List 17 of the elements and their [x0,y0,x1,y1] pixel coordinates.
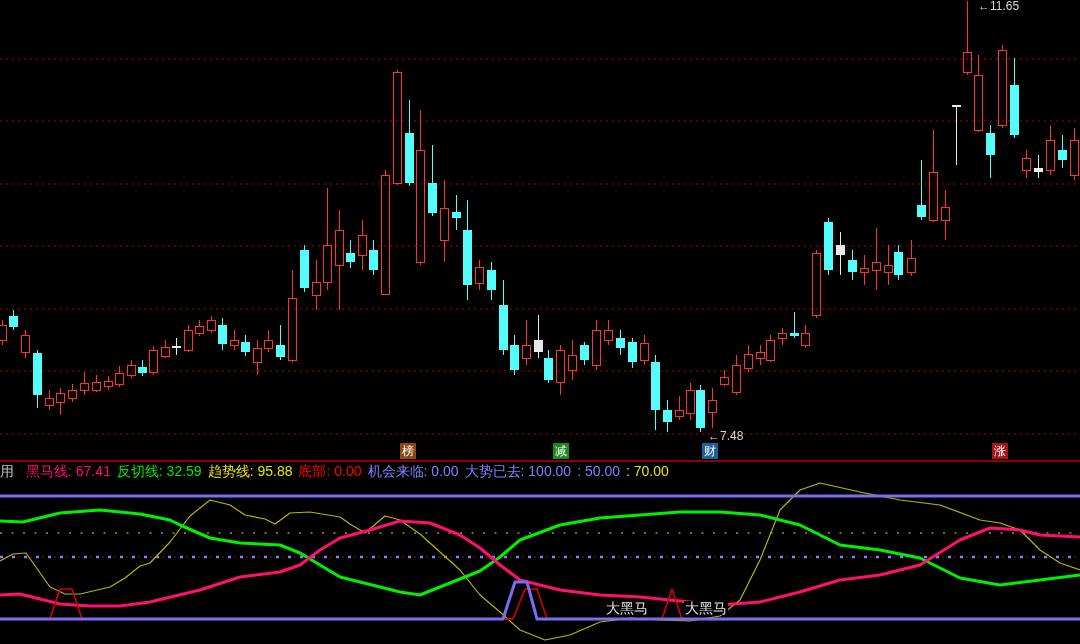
price-label: ←11.65 [978,0,1020,13]
legend-item: : 70.00 [626,462,669,480]
event-marker[interactable]: 榜 [400,443,416,459]
price-label: ←7.48 [708,430,744,443]
legend-item: 黑马线: 67.41 [26,462,111,480]
legend-item: : 50.00 [577,462,620,480]
legend-item: 趋势线: 95.88 [207,462,293,480]
event-marker[interactable]: 涨 [992,443,1008,459]
event-marker[interactable]: 减 [553,443,569,459]
legend-item: 大势已去: 100.00 [464,462,572,480]
event-marker[interactable]: 财 [702,443,718,459]
legend-item: 反切线: 32.59 [116,462,202,480]
legend-item: 机会来临: 0.00 [367,462,459,480]
signal-label: 大黑马 [684,601,728,615]
indicator-title: 用 [0,462,14,480]
signal-label: 大黑马 [605,601,649,615]
legend-item: 底部: 0.00 [298,462,362,480]
